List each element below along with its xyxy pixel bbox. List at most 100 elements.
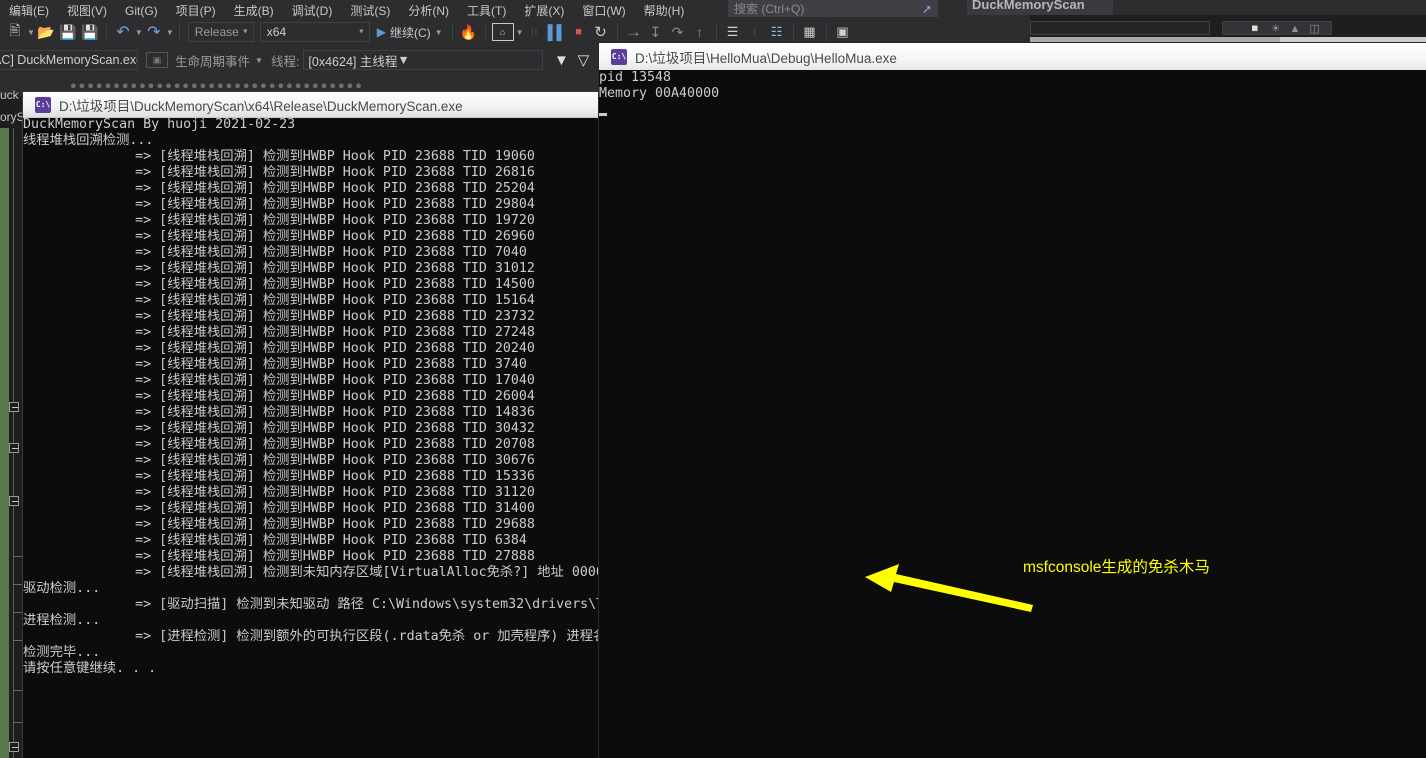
continue-button[interactable]: ▶ 继续(C) ▼ (373, 24, 447, 41)
undo-dropdown-icon[interactable]: ▼ (135, 28, 143, 37)
background-window-field-left[interactable] (1030, 21, 1210, 35)
diagnostics-icon[interactable]: ☰ (723, 21, 743, 43)
menu-item-edit[interactable]: 编辑(E) (0, 5, 58, 18)
new-file-dropdown-icon[interactable]: ▼ (27, 28, 35, 37)
redo-icon[interactable]: ↷ (144, 21, 164, 43)
hellomua-console-titlebar[interactable]: C:\ D:\垃圾项目\HelloMua\Debug\HelloMua.exe (599, 43, 1426, 70)
hellomua-console-title: D:\垃圾项目\HelloMua\Debug\HelloMua.exe (635, 47, 897, 67)
console-line: pid 13548 (599, 70, 1426, 86)
code-fold-connector (13, 584, 22, 585)
toolbar-separator-8 (826, 23, 827, 41)
menu-item-extensions[interactable]: 扩展(X) (515, 5, 573, 18)
save-icon[interactable]: 💾 (58, 21, 78, 43)
toolbar-separator-3 (452, 23, 453, 41)
search-icon: ➚ (922, 2, 932, 16)
disassembly-icon[interactable]: ▣ (833, 21, 853, 43)
chevron-down-icon: ▼ (397, 53, 409, 67)
step-into-icon[interactable]: ↧ (646, 21, 666, 43)
toolbar-separator-1 (106, 23, 107, 41)
step-over-icon[interactable]: → (624, 21, 644, 43)
background-window-icon-row: ◽☀▲◫ (1248, 22, 1329, 35)
play-icon: ▶ (377, 25, 386, 39)
filter-icon[interactable]: ▼ (551, 49, 571, 71)
code-fold-icon[interactable] (9, 742, 19, 752)
quick-search-box[interactable]: 搜索 (Ctrl+Q) ➚ (728, 0, 938, 17)
arrow-left-annotation-icon (865, 560, 1040, 615)
solution-configuration-value: Release (195, 25, 239, 39)
hot-reload-icon[interactable]: 🔥 (459, 21, 479, 43)
solution-platform-value: x64 (267, 25, 286, 39)
lifecycle-events-label[interactable]: 生命周期事件 (175, 51, 250, 70)
thread-selector-value: [0x4624] 主线程 (308, 51, 397, 70)
threads-icon[interactable]: ☷ (767, 21, 787, 43)
thread-selector-combo[interactable]: [0x4624] 主线程 ▼ (303, 50, 543, 70)
arrow-up-icon[interactable]: ↑ (690, 21, 710, 43)
code-fold-icon[interactable] (9, 402, 19, 412)
code-fold-connector (13, 556, 22, 557)
chevron-down-icon[interactable]: ▼ (255, 56, 263, 65)
open-folder-icon[interactable]: 📂 (36, 21, 56, 43)
chevron-down-icon: ▼ (242, 29, 249, 36)
code-fold-connector (13, 640, 22, 641)
screen-root: 编辑(E) 视图(V) Git(G) 项目(P) 生成(B) 调试(D) 测试(… (0, 0, 1426, 758)
menu-item-test[interactable]: 测试(S) (341, 5, 399, 18)
home-dropdown-icon[interactable]: ▼ (516, 28, 524, 37)
solution-platform-combo[interactable]: x64 ▼ (260, 22, 370, 42)
standard-toolbar: 🖹 ▼ 📂 💾 💾 ↶ ▼ ↷ ▼ Release ▼ x64 ▼ ▶ 继续(C… (0, 18, 1030, 46)
process-selector-combo[interactable]: AC] DuckMemoryScan.exe ▼ (0, 50, 138, 70)
editor-left-text-1: uck (0, 88, 19, 102)
dotted-grip-icon-2: ⁝ (745, 21, 765, 43)
code-fold-connector (13, 722, 22, 723)
memory-window-icon[interactable]: ▦ (800, 21, 820, 43)
console-line: Memory 00A40000 (599, 86, 1426, 102)
duckmemoryscan-console-title: D:\垃圾项目\DuckMemoryScan\x64\Release\DuckM… (59, 95, 463, 115)
chevron-down-icon: ▼ (435, 28, 443, 37)
editor-left-text-2: oryS (0, 110, 25, 124)
continue-label: 继续(C) (390, 24, 431, 41)
hellomua-console-window[interactable]: C:\ D:\垃圾项目\HelloMua\Debug\HelloMua.exe … (599, 43, 1426, 758)
background-window-tab[interactable]: DuckMemoryScan (967, 0, 1113, 15)
code-fold-connector (13, 612, 22, 613)
menu-item-analyze[interactable]: 分析(N) (399, 5, 458, 18)
undo-icon[interactable]: ↶ (113, 21, 133, 43)
menu-item-tools[interactable]: 工具(T) (458, 5, 515, 18)
home-icon[interactable]: ⌂ (492, 23, 514, 41)
step-out-icon[interactable]: ↷ (668, 21, 688, 43)
filter-clear-icon[interactable]: ▽ (573, 49, 593, 71)
quick-search-placeholder: 搜索 (Ctrl+Q) (734, 0, 804, 17)
cmd-icon: C:\ (611, 49, 627, 65)
process-selector-value: AC] DuckMemoryScan.exe (0, 53, 138, 67)
menu-item-view[interactable]: 视图(V) (58, 5, 116, 18)
code-fold-icon[interactable] (9, 443, 19, 453)
console-cursor (599, 113, 607, 116)
editor-tab-dots: ●●●●●●●●●●●●●●●●●●●●●●●●●●●●●●●●●● (70, 80, 364, 92)
toolbar-separator-4 (485, 23, 486, 41)
menu-item-help[interactable]: 帮助(H) (635, 5, 694, 18)
cmd-icon: C:\ (35, 97, 51, 113)
restart-icon[interactable]: ↻ (591, 21, 611, 43)
toolbar-separator-7 (793, 23, 794, 41)
menu-item-window[interactable]: 窗口(W) (573, 5, 634, 18)
background-window-title: DuckMemoryScan (967, 0, 1113, 12)
code-fold-icon[interactable] (9, 496, 19, 506)
new-file-icon[interactable]: 🖹 (5, 21, 25, 43)
lifecycle-icon: ▣ (146, 52, 168, 68)
menu-item-build[interactable]: 生成(B) (225, 5, 283, 18)
toolbar-separator-6 (716, 23, 717, 41)
annotation-label: msfconsole生成的免杀木马 (1023, 555, 1210, 577)
duckmemoryscan-console-titlebar[interactable]: C:\ D:\垃圾项目\DuckMemoryScan\x64\Release\D… (23, 92, 623, 118)
menu-item-debug[interactable]: 调试(D) (283, 5, 342, 18)
menu-item-git[interactable]: Git(G) (116, 5, 167, 18)
thread-label: 线程: (271, 51, 299, 70)
chevron-down-icon: ▼ (358, 29, 365, 36)
menu-item-project[interactable]: 项目(P) (167, 5, 225, 18)
code-fold-connector (13, 690, 22, 691)
dotted-grip-icon: ⁝⁝ (525, 21, 545, 43)
solution-configuration-combo[interactable]: Release ▼ (188, 22, 254, 42)
toolbar-separator-5 (617, 23, 618, 41)
stop-icon[interactable]: ■ (569, 21, 589, 43)
pause-icon[interactable]: ▌▌ (547, 21, 567, 43)
redo-dropdown-icon[interactable]: ▼ (166, 28, 174, 37)
hellomua-console-output: pid 13548Memory 00A40000 (599, 70, 1426, 758)
save-all-icon[interactable]: 💾 (80, 21, 100, 43)
